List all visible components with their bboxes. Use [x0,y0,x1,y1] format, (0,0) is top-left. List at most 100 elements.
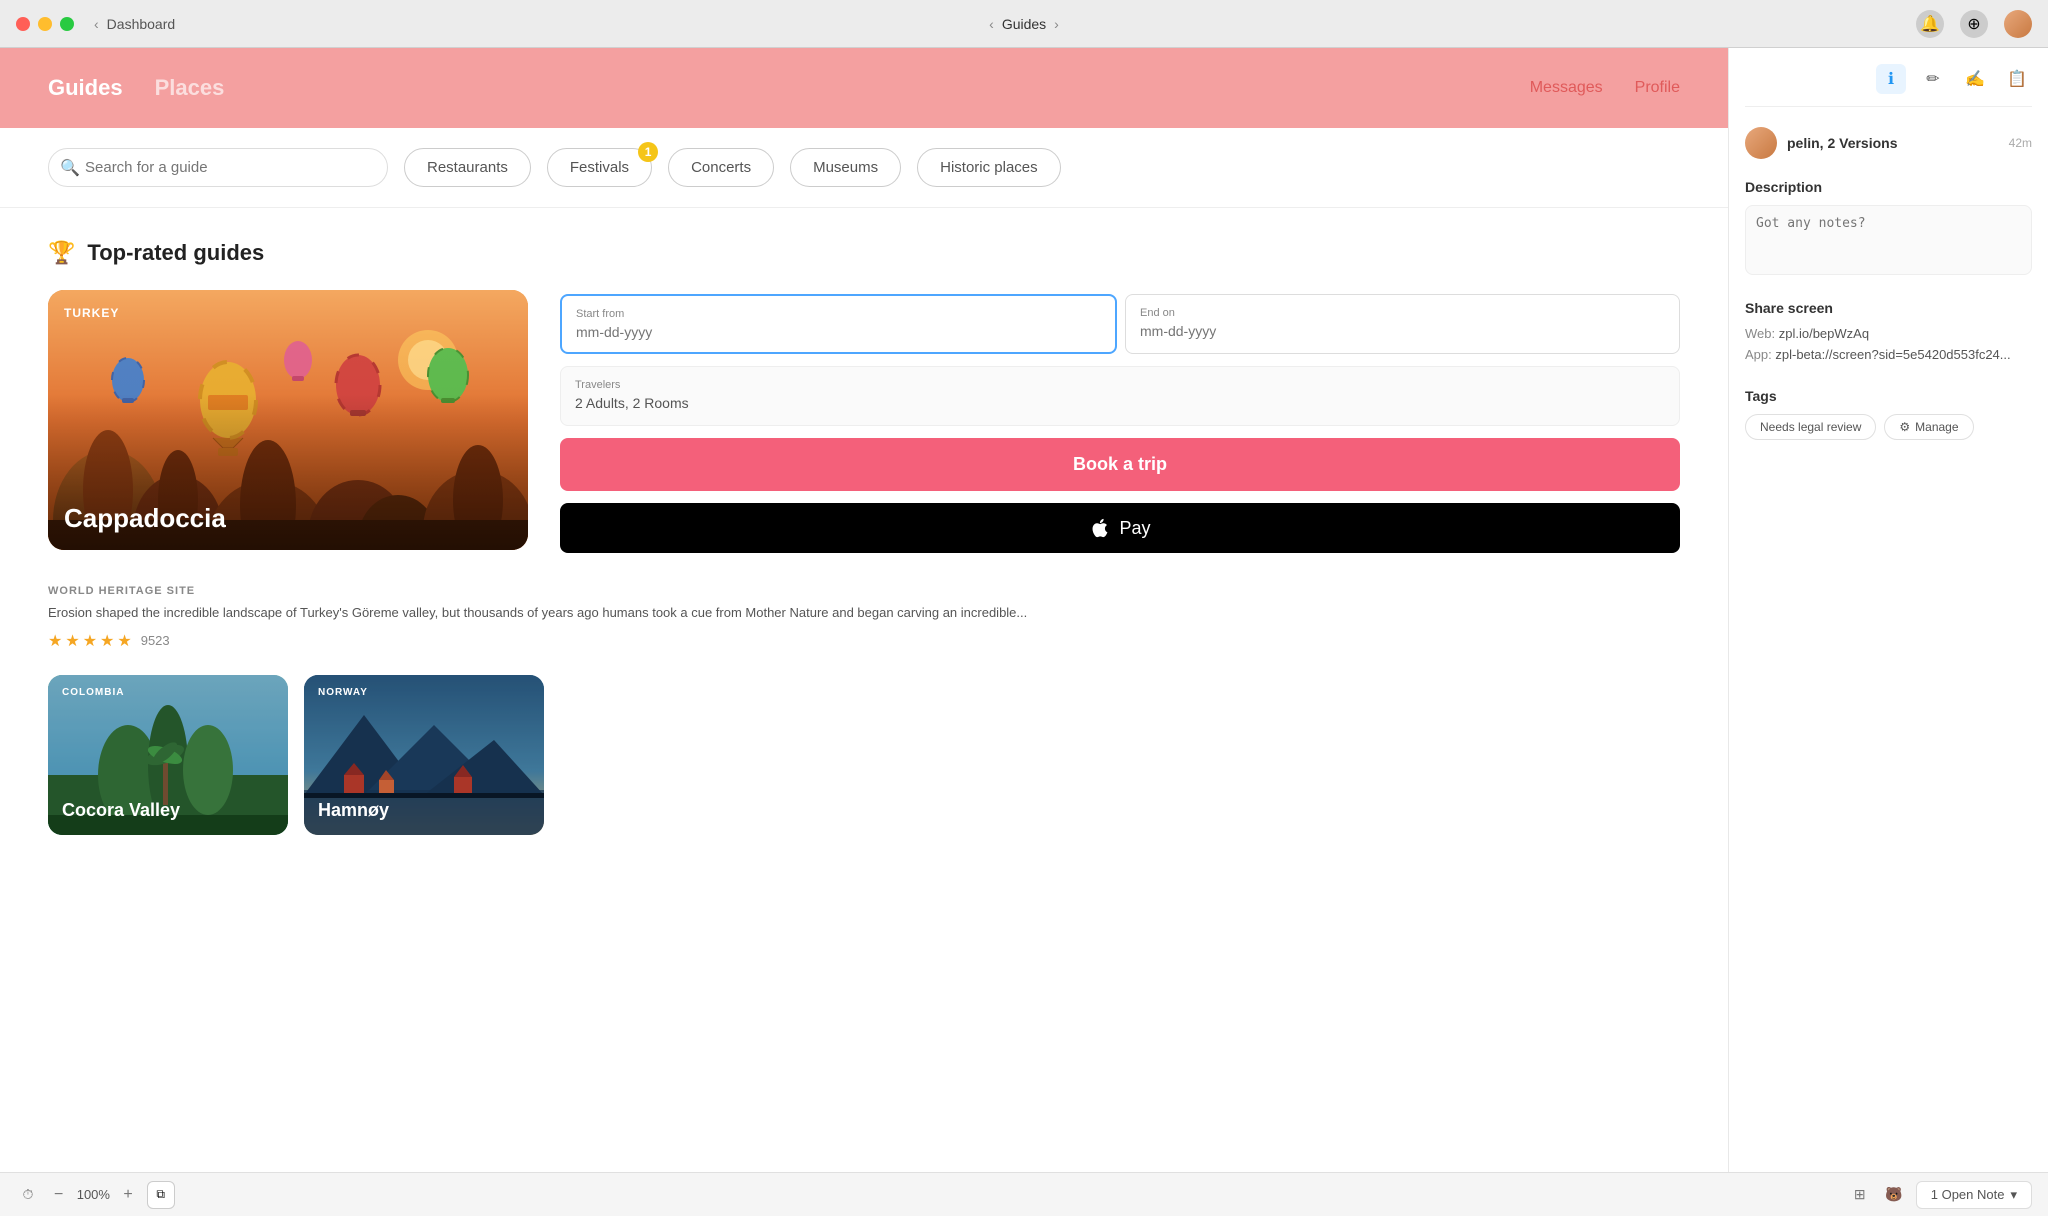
panel-user-name: pelin, 2 Versions [1787,135,1898,151]
end-date-field: End on [1125,294,1680,354]
zoom-out-button[interactable]: − [48,1184,69,1206]
date-row: Start from End on [560,294,1680,354]
back-nav-label[interactable]: Dashboard [107,16,176,32]
search-filter-bar: 🔍 Restaurants Festivals 1 Concerts Museu… [0,128,1728,208]
manage-tags-button[interactable]: ⚙ Manage [1884,414,1973,440]
back-nav-button[interactable]: ‹ [94,16,99,32]
zoom-level: 100% [73,1187,113,1202]
search-input-wrapper: 🔍 [48,148,388,187]
add-note-icon[interactable]: ⊞ [1848,1183,1872,1207]
search-input[interactable] [48,148,388,187]
apple-icon [1089,517,1111,539]
header-actions: Messages Profile [1530,79,1680,97]
open-note-label: 1 Open Note [1931,1187,2005,1202]
end-date-input[interactable] [1140,323,1665,339]
minimize-button[interactable] [38,17,52,31]
open-note-button[interactable]: 1 Open Note ▾ [1916,1181,2032,1209]
featured-card-row: TURKEY Cappadoccia Start from End on [48,290,1680,553]
nav-places[interactable]: Places [155,75,225,101]
nav-guides[interactable]: Guides [48,75,123,101]
nav-left-icon[interactable]: ‹ [989,16,994,32]
nav-right-icon[interactable]: › [1054,16,1059,32]
end-date-label: End on [1140,307,1665,319]
titlebar-title-area: ‹ Guides › [989,16,1059,32]
tags-title: Tags [1745,388,2032,404]
colombia-name: Cocora Valley [62,800,180,821]
info-tool-icon[interactable]: ℹ [1876,64,1906,94]
small-cards-row: COLOMBIA Cocora Valley [48,675,1680,835]
user-avatar[interactable] [2004,10,2032,38]
messages-link[interactable]: Messages [1530,79,1603,97]
bottom-left-controls: ⏱ − 100% + ⧉ [16,1181,175,1209]
colombia-country: COLOMBIA [62,687,124,698]
filter-historic[interactable]: Historic places [917,148,1061,187]
review-count: 9523 [141,633,170,648]
filter-festivals[interactable]: Festivals [547,148,652,187]
titlebar-actions: 🔔 ⊕ [1916,10,2032,38]
main-layout: Guides Places Messages Profile 🔍 Restaur… [0,48,2048,1172]
apple-pay-button[interactable]: Pay [560,503,1680,553]
profile-link[interactable]: Profile [1635,79,1680,97]
panel-toolbar: ℹ ✏ ✍ 📋 [1745,64,2032,107]
section-title-area: 🏆 Top-rated guides [48,240,1680,266]
card-meta: WORLD HERITAGE SITE Erosion shaped the i… [48,585,1680,651]
app-content: Guides Places Messages Profile 🔍 Restaur… [0,48,1728,1172]
app-header: Guides Places Messages Profile [0,48,1728,128]
page-title: Guides [1002,16,1046,32]
zoom-in-button[interactable]: + [117,1184,138,1206]
description-title: Description [1745,179,2032,195]
tag-legal-review[interactable]: Needs legal review [1745,414,1876,440]
travelers-label: Travelers [575,379,1665,391]
maximize-button[interactable] [60,17,74,31]
emoji-icon[interactable]: 🐻 [1882,1183,1906,1207]
travelers-value: 2 Adults, 2 Rooms [575,395,689,411]
share-app-link: App: zpl-beta://screen?sid=5e5420d553fc2… [1745,347,2032,362]
help-icon[interactable]: ⊕ [1960,10,1988,38]
share-app-url[interactable]: zpl-beta://screen?sid=5e5420d553fc24... [1775,347,2010,362]
tags-row: Needs legal review ⚙ Manage [1745,414,2032,440]
filter-concerts[interactable]: Concerts [668,148,774,187]
norway-card[interactable]: NORWAY Hamnøy [304,675,544,835]
copy-button[interactable]: ⧉ [147,1181,175,1209]
start-date-label: Start from [576,308,1101,320]
share-section: Share screen Web: zpl.io/bepWzAq App: zp… [1745,300,2032,368]
star-5: ★ [117,631,131,651]
notes-textarea[interactable] [1745,205,2032,275]
filter-restaurants[interactable]: Restaurants [404,148,531,187]
star-2: ★ [65,631,79,651]
norway-country: NORWAY [318,687,368,698]
right-panel: ℹ ✏ ✍ 📋 pelin, 2 Versions 42m Descriptio… [1728,48,2048,1172]
notification-icon[interactable]: 🔔 [1916,10,1944,38]
star-4: ★ [100,631,114,651]
close-button[interactable] [16,17,30,31]
star-rating: ★ ★ ★ ★ ★ 9523 [48,631,1680,651]
card-country: TURKEY [64,306,119,320]
filter-museums[interactable]: Museums [790,148,901,187]
cappadocia-card-image[interactable]: TURKEY Cappadoccia [48,290,528,550]
booking-panel: Start from End on Travelers 2 Adults, 2 … [560,290,1680,553]
user-row: pelin, 2 Versions 42m [1745,127,2032,159]
share-web-label: Web: [1745,326,1775,341]
bottom-right-controls: ⊞ 🐻 1 Open Note ▾ [1848,1181,2032,1209]
share-title: Share screen [1745,300,2032,316]
edit-tool-icon[interactable]: ✍ [1960,64,1990,94]
user-info: pelin, 2 Versions [1745,127,1898,159]
titlebar-navigation: ‹ Dashboard [94,16,175,32]
colombia-card[interactable]: COLOMBIA Cocora Valley [48,675,288,835]
panel-user-avatar [1745,127,1777,159]
inspect-tool-icon[interactable]: ✏ [1918,64,1948,94]
card-name: Cappadoccia [64,503,226,534]
notes-tool-icon[interactable]: 📋 [2002,64,2032,94]
share-web-url[interactable]: zpl.io/bepWzAq [1779,326,1869,341]
tags-section: Tags Needs legal review ⚙ Manage [1745,388,2032,440]
norway-name: Hamnøy [318,800,389,821]
gear-icon: ⚙ [1899,420,1910,434]
description-section: Description [1745,179,2032,280]
filter-festivals-wrapper: Festivals 1 [547,148,652,187]
app-navigation: Guides Places [48,75,224,101]
history-icon[interactable]: ⏱ [16,1183,40,1207]
apple-pay-label: Pay [1119,518,1150,539]
book-trip-button[interactable]: Book a trip [560,438,1680,491]
share-web-link: Web: zpl.io/bepWzAq [1745,326,2032,341]
start-date-input[interactable] [576,324,1101,340]
